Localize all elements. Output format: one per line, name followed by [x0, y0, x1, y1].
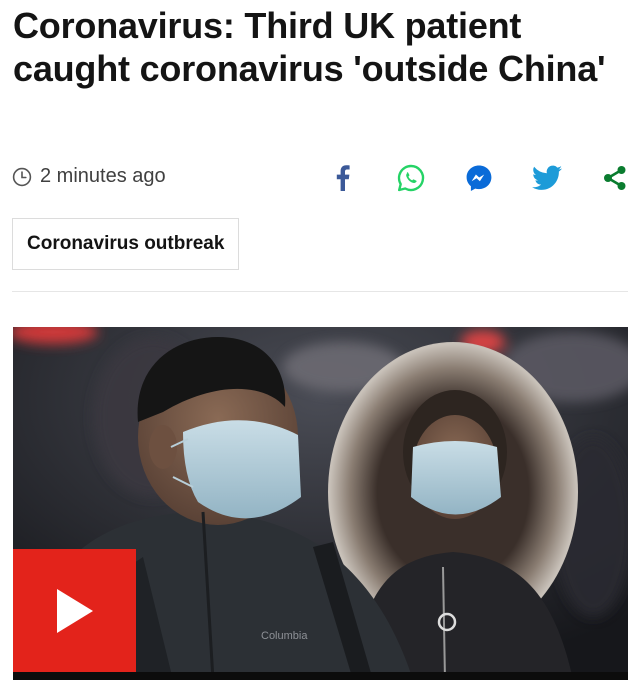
timestamp-text: 2 minutes ago: [40, 165, 166, 187]
share-facebook-button[interactable]: [326, 163, 360, 193]
share-more-button[interactable]: [598, 163, 632, 193]
whatsapp-icon: [397, 164, 425, 192]
twitter-icon: [532, 165, 562, 190]
divider: [12, 291, 628, 292]
article-headline: Coronavirus: Third UK patient caught cor…: [13, 5, 606, 89]
video-bottom-strip: [13, 672, 628, 680]
topic-tag[interactable]: Coronavirus outbreak: [12, 218, 240, 270]
play-button[interactable]: [13, 549, 136, 672]
jacket-logo-text: Columbia: [261, 630, 308, 642]
timestamp: 2 minutes ago: [12, 165, 166, 188]
messenger-icon: [466, 165, 492, 191]
facebook-icon: [336, 165, 350, 191]
share-messenger-button[interactable]: [462, 163, 496, 193]
video-thumbnail[interactable]: Columbia: [13, 327, 628, 680]
play-icon: [56, 588, 93, 633]
share-bar: [292, 163, 632, 193]
clock-icon: [12, 167, 32, 186]
article-meta: 2 minutes ago: [12, 163, 632, 193]
share-whatsapp-button[interactable]: [394, 163, 428, 193]
share-icon: [604, 166, 626, 190]
share-twitter-button[interactable]: [530, 163, 564, 193]
